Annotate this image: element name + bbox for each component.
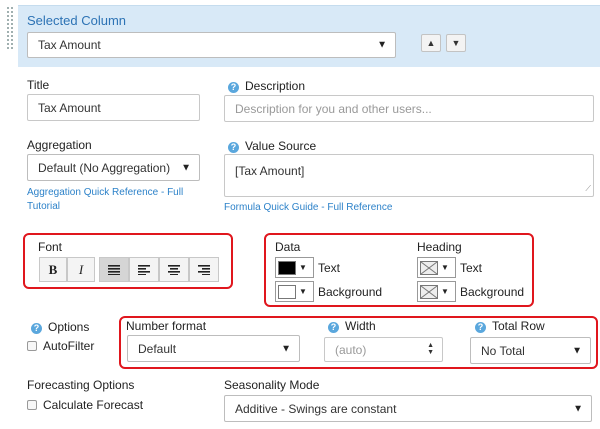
help-icon[interactable]: ?	[228, 142, 239, 153]
heading-background-label: Background	[460, 285, 525, 299]
seasonality-select[interactable]: Additive - Swings are constant ▼	[224, 395, 592, 422]
heading-colors-label: Heading	[417, 240, 462, 254]
help-icon[interactable]: ?	[328, 322, 339, 333]
data-background-label: Background	[318, 285, 383, 299]
heading-background-color-picker[interactable]: ▼	[417, 281, 456, 302]
number-format-value: Default	[138, 341, 177, 356]
data-text-color-picker[interactable]: ▼	[275, 257, 314, 278]
heading-text-label: Text	[460, 261, 483, 275]
title-label: Title	[27, 78, 50, 92]
align-center-icon	[168, 264, 180, 275]
chevron-down-icon: ▼	[573, 403, 583, 414]
autofilter-checkbox[interactable]	[27, 341, 37, 351]
title-value: Tax Amount	[38, 100, 101, 115]
calculate-forecast-checkbox[interactable]	[27, 400, 37, 410]
total-row-label: ? Total Row	[475, 319, 545, 333]
move-down-button[interactable]: ▼	[446, 34, 466, 52]
align-right-icon	[198, 264, 210, 275]
aggregation-value: Default (No Aggregation)	[38, 160, 171, 175]
help-icon[interactable]: ?	[228, 82, 239, 93]
align-center-button[interactable]	[159, 257, 189, 282]
width-label: ? Width	[328, 319, 376, 333]
chevron-down-icon: ▼	[441, 263, 449, 272]
description-placeholder: Description for you and other users...	[235, 101, 432, 116]
chevron-down-icon: ▼	[451, 38, 461, 48]
chevron-down-icon: ▼	[181, 162, 191, 173]
chevron-up-icon: ▲	[426, 38, 436, 48]
description-input[interactable]: Description for you and other users...	[224, 95, 594, 122]
data-text-label: Text	[318, 261, 341, 275]
forecasting-label: Forecasting Options	[27, 378, 135, 392]
total-row-value: No Total	[481, 343, 525, 358]
selected-column-heading: Selected Column	[27, 13, 126, 28]
width-input[interactable]: (auto) ▲ ▼	[324, 337, 443, 362]
value-source-value: [Tax Amount]	[235, 164, 305, 178]
align-left-icon	[138, 264, 150, 275]
value-source-textarea[interactable]: [Tax Amount] ⟋	[224, 154, 594, 197]
spinner-icon[interactable]: ▲ ▼	[427, 342, 434, 356]
help-icon[interactable]: ?	[475, 322, 486, 333]
description-label: ? Description	[228, 79, 305, 93]
resize-handle-icon[interactable]: ⟋	[585, 184, 591, 194]
number-format-select[interactable]: Default ▼	[127, 335, 300, 362]
aggregation-label: Aggregation	[27, 138, 92, 152]
bold-button[interactable]: B	[39, 257, 67, 282]
title-input[interactable]: Tax Amount	[27, 94, 200, 121]
no-color-icon	[420, 284, 438, 299]
align-justify-icon	[108, 264, 120, 275]
chevron-down-icon: ▼	[441, 287, 449, 296]
chevron-down-icon: ▼	[299, 287, 307, 296]
calculate-forecast-label: Calculate Forecast	[43, 398, 144, 412]
no-color-icon	[420, 260, 438, 275]
chevron-down-icon: ▼	[281, 343, 291, 354]
autofilter-label: AutoFilter	[43, 339, 95, 353]
selected-column-select[interactable]: Tax Amount ▼	[27, 32, 396, 58]
options-label: ? Options	[31, 320, 89, 334]
italic-button[interactable]: I	[67, 257, 95, 282]
width-placeholder: (auto)	[335, 342, 367, 357]
data-colors-label: Data	[275, 240, 301, 254]
drag-handle[interactable]	[6, 6, 14, 50]
color-swatch	[278, 260, 296, 275]
seasonality-value: Additive - Swings are constant	[235, 401, 397, 416]
data-background-color-picker[interactable]: ▼	[275, 281, 314, 302]
color-swatch	[278, 284, 296, 299]
align-justify-button[interactable]	[99, 257, 129, 282]
total-row-select[interactable]: No Total ▼	[470, 337, 591, 364]
align-left-button[interactable]	[129, 257, 159, 282]
value-source-label: ? Value Source	[228, 139, 316, 153]
aggregation-reference-link[interactable]: Aggregation Quick Reference - Full Tutor…	[27, 186, 183, 214]
chevron-down-icon: ▼	[572, 345, 582, 356]
number-format-label: Number format	[126, 319, 207, 333]
chevron-down-icon: ▼	[299, 263, 307, 272]
move-up-button[interactable]: ▲	[421, 34, 441, 52]
formula-guide-link[interactable]: Formula Quick Guide - Full Reference	[224, 201, 392, 215]
chevron-down-icon: ▼	[377, 39, 387, 51]
seasonality-label: Seasonality Mode	[224, 378, 320, 392]
aggregation-select[interactable]: Default (No Aggregation) ▼	[27, 154, 200, 181]
heading-text-color-picker[interactable]: ▼	[417, 257, 456, 278]
help-icon[interactable]: ?	[31, 323, 42, 334]
font-label: Font	[38, 240, 63, 254]
align-right-button[interactable]	[189, 257, 219, 282]
selected-column-value: Tax Amount	[38, 38, 101, 52]
